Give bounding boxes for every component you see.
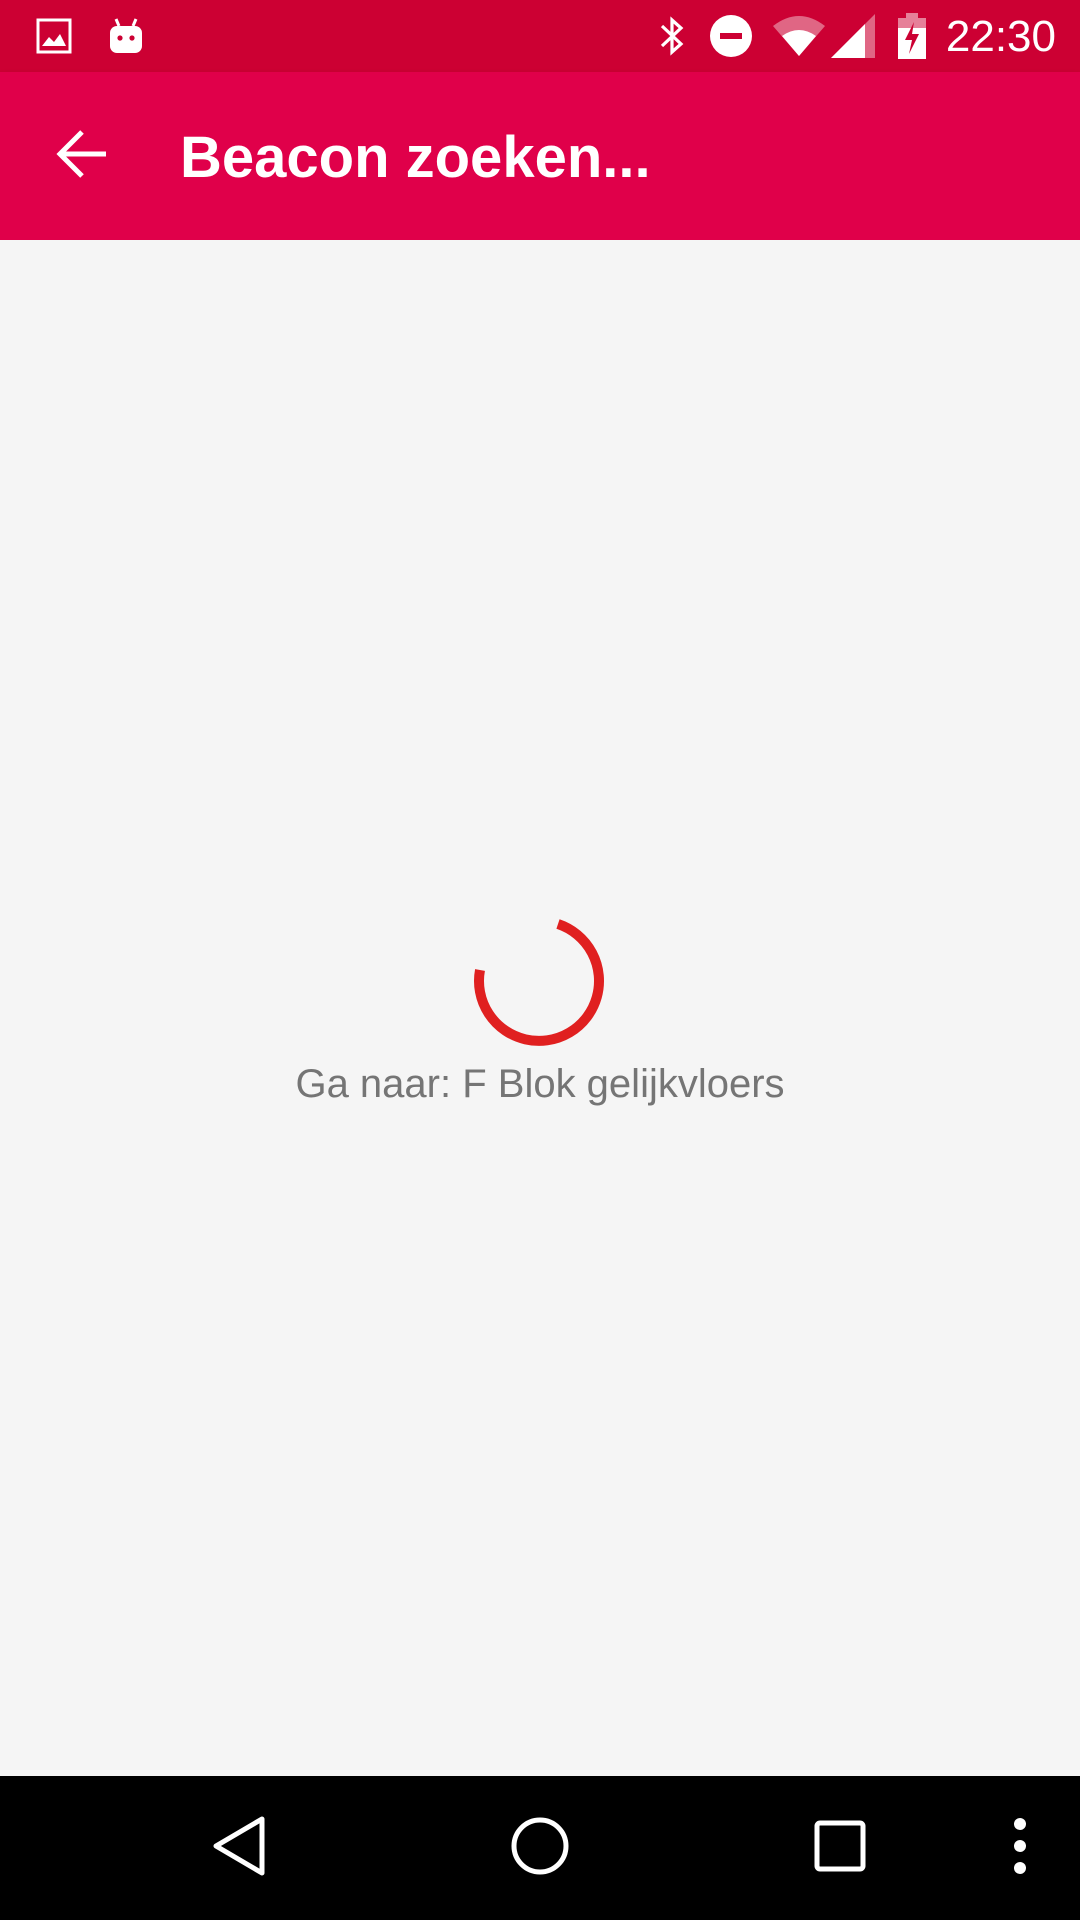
page-title: Beacon zoeken... [180, 125, 651, 190]
status-bar: 22:30 [0, 0, 1080, 72]
loading-spinner [474, 919, 604, 1046]
status-message: Ga naar: F Blok gelijkvloers [295, 1062, 785, 1106]
bluetooth-icon [652, 0, 692, 72]
navigation-bar [0, 1776, 1080, 1920]
wifi-icon [770, 0, 828, 72]
android-icon [106, 0, 146, 72]
cell-signal-icon [830, 0, 876, 72]
screen: 22:30 Beacon zoeken... Ga naar: F Blok g… [0, 0, 1080, 1920]
home-circle-icon [510, 1816, 570, 1881]
nav-recents-button[interactable] [780, 1776, 900, 1920]
status-time: 22:30 [945, 12, 1056, 61]
overflow-menu-button[interactable] [990, 1776, 1050, 1920]
back-button[interactable] [34, 108, 130, 204]
back-triangle-icon [210, 1815, 270, 1882]
main-content: Ga naar: F Blok gelijkvloers [0, 240, 1080, 1776]
recents-square-icon [813, 1819, 867, 1878]
do-not-disturb-icon [706, 0, 756, 72]
image-icon [34, 0, 74, 72]
app-bar: Beacon zoeken... [0, 72, 1080, 240]
nav-back-button[interactable] [180, 1776, 300, 1920]
battery-charging-icon [894, 0, 930, 72]
arrow-back-icon [56, 128, 108, 185]
overflow-menu-icon [1012, 1816, 1028, 1881]
nav-home-button[interactable] [480, 1776, 600, 1920]
